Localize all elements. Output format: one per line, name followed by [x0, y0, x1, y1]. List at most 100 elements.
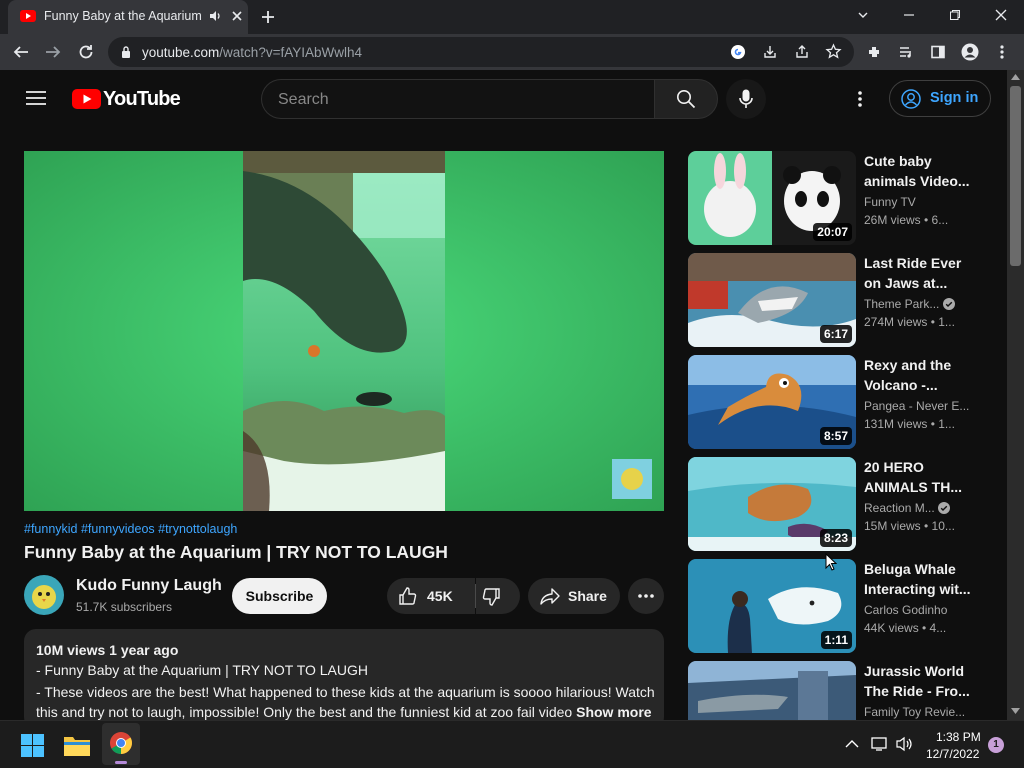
url-text[interactable]: youtube.com/watch?v=fAYIAbWwlh4 — [142, 45, 362, 60]
description-box[interactable]: 10M views 1 year ago - Funny Baby at the… — [24, 629, 664, 729]
account-circle-icon — [901, 89, 921, 109]
address-bar[interactable]: youtube.com/watch?v=fAYIAbWwlh4 — [108, 37, 854, 67]
video-title: Funny Baby at the Aquarium | TRY NOT TO … — [24, 542, 448, 562]
reload-icon[interactable] — [77, 43, 95, 61]
back-arrow-icon[interactable] — [12, 43, 30, 61]
video-player[interactable] — [24, 151, 664, 511]
like-button[interactable]: 45K — [387, 578, 475, 614]
sign-in-button[interactable]: Sign in — [889, 80, 991, 117]
sign-in-label: Sign in — [930, 90, 979, 106]
view-count: 131M views • 1... — [864, 417, 955, 431]
recommended-video[interactable]: 20:07 Cute baby animals Video... Funny TV… — [688, 151, 988, 245]
youtube-header: YouTube Sign in — [0, 70, 1007, 127]
browser-tab[interactable]: Funny Baby at the Aquarium — [8, 0, 248, 34]
video-duration: 20:07 — [813, 223, 852, 241]
channel-name[interactable]: Carlos Godinho — [864, 603, 947, 617]
scroll-down-arrow-icon[interactable] — [1011, 708, 1020, 714]
youtube-favicon-icon — [20, 10, 36, 22]
video-title[interactable]: Last Ride Ever on Jaws at... — [864, 253, 970, 293]
channel-name[interactable]: Funny TV — [864, 195, 916, 209]
install-app-icon[interactable] — [762, 44, 778, 60]
hamburger-menu-icon[interactable] — [26, 90, 46, 106]
recommended-video[interactable]: 8:23 20 HERO ANIMALS TH... Reaction M... … — [688, 457, 988, 551]
page-scrollbar[interactable] — [1007, 70, 1024, 720]
show-more-link[interactable]: Show more — [576, 704, 651, 720]
extensions-icon[interactable] — [866, 44, 882, 60]
forward-arrow-icon[interactable] — [44, 43, 62, 61]
new-tab-icon[interactable] — [258, 7, 278, 27]
video-title[interactable]: Jurassic World The Ride - Fro... — [864, 661, 970, 701]
recommended-video[interactable]: 1:11 Beluga Whale Interacting wit... Carl… — [688, 559, 988, 653]
video-thumbnail[interactable]: 8:57 — [688, 355, 856, 449]
google-lens-icon[interactable] — [730, 44, 746, 60]
chrome-menu-icon[interactable] — [996, 44, 1008, 60]
view-count: 26M views • 6... — [864, 213, 949, 227]
video-duration: 6:17 — [819, 325, 852, 343]
media-control-icon[interactable] — [898, 44, 914, 60]
search-button[interactable] — [654, 79, 718, 119]
clock-time[interactable]: 1:38 PM — [936, 730, 981, 744]
network-icon[interactable] — [871, 736, 889, 752]
thumbs-up-icon — [399, 587, 417, 605]
close-tab-icon[interactable] — [230, 9, 244, 23]
lock-icon[interactable] — [120, 45, 132, 59]
recommended-video[interactable]: Jurassic World The Ride - Fro... Family T… — [688, 661, 988, 720]
scrollbar-thumb[interactable] — [1010, 86, 1021, 266]
video-title[interactable]: 20 HERO ANIMALS TH... — [864, 457, 970, 497]
clock-date[interactable]: 12/7/2022 — [926, 747, 979, 761]
search-box[interactable] — [261, 79, 655, 119]
file-explorer-icon[interactable] — [64, 734, 90, 756]
chrome-taskbar-button[interactable] — [102, 723, 140, 765]
windows-start-icon[interactable] — [21, 734, 44, 757]
channel-name[interactable]: Family Toy Revie... — [864, 705, 965, 719]
recommended-video[interactable]: 6:17 Last Ride Ever on Jaws at... Theme P… — [688, 253, 988, 347]
volume-icon[interactable] — [895, 736, 913, 752]
voice-search-button[interactable] — [726, 79, 766, 119]
video-title[interactable]: Cute baby animals Video... — [864, 151, 970, 191]
chrome-icon — [110, 732, 132, 754]
bookmark-star-icon[interactable] — [825, 43, 842, 60]
restore-icon[interactable] — [948, 8, 962, 22]
notification-badge[interactable]: 1 — [988, 737, 1004, 753]
video-title[interactable]: Rexy and the Volcano -... — [864, 355, 970, 395]
view-count: 44K views • 4... — [864, 621, 947, 635]
view-count: 15M views • 10... — [864, 519, 955, 533]
channel-name[interactable]: Pangea - Never E... — [864, 399, 969, 413]
channel-name[interactable]: Kudo Funny Laugh — [76, 577, 222, 595]
side-panel-icon[interactable] — [930, 44, 946, 60]
settings-more-icon[interactable] — [854, 90, 866, 108]
microphone-icon — [739, 89, 753, 108]
video-thumbnail[interactable]: 6:17 — [688, 253, 856, 347]
channel-avatar[interactable] — [24, 575, 64, 615]
thumbnail-image — [688, 661, 856, 720]
subscribe-button[interactable]: Subscribe — [232, 578, 327, 614]
dislike-button[interactable] — [476, 578, 520, 614]
channel-name[interactable]: Reaction M... — [864, 501, 951, 515]
browser-toolbar: youtube.com/watch?v=fAYIAbWwlh4 — [0, 34, 1024, 70]
minimize-icon[interactable] — [902, 8, 916, 22]
video-title[interactable]: Beluga Whale Interacting wit... — [864, 559, 970, 599]
share-page-icon[interactable] — [794, 44, 810, 60]
view-count: 274M views • 1... — [864, 315, 955, 329]
video-thumbnail[interactable]: 20:07 — [688, 151, 856, 245]
share-arrow-icon — [540, 588, 560, 605]
search-input[interactable] — [278, 89, 638, 111]
video-thumbnail[interactable]: 1:11 — [688, 559, 856, 653]
search-icon — [677, 90, 696, 109]
more-horizontal-icon — [638, 594, 654, 598]
profile-icon[interactable] — [961, 43, 979, 61]
close-window-icon[interactable] — [994, 8, 1008, 22]
share-button[interactable]: Share — [528, 578, 620, 614]
more-actions-button[interactable] — [628, 578, 664, 614]
channel-avatar-image — [32, 585, 56, 609]
video-thumbnail[interactable] — [688, 661, 856, 720]
show-hidden-icons-icon[interactable] — [845, 739, 859, 749]
speaker-icon[interactable] — [208, 9, 222, 23]
video-thumbnail[interactable]: 8:23 — [688, 457, 856, 551]
tab-search-icon[interactable] — [856, 8, 870, 22]
channel-name[interactable]: Theme Park... — [864, 297, 955, 311]
recommended-video[interactable]: 8:57 Rexy and the Volcano -... Pangea - N… — [688, 355, 988, 449]
video-duration: 8:57 — [819, 427, 852, 445]
scroll-up-arrow-icon[interactable] — [1011, 74, 1020, 80]
hashtags-link[interactable]: #funnykid #funnyvideos #trynottolaugh — [24, 522, 237, 536]
